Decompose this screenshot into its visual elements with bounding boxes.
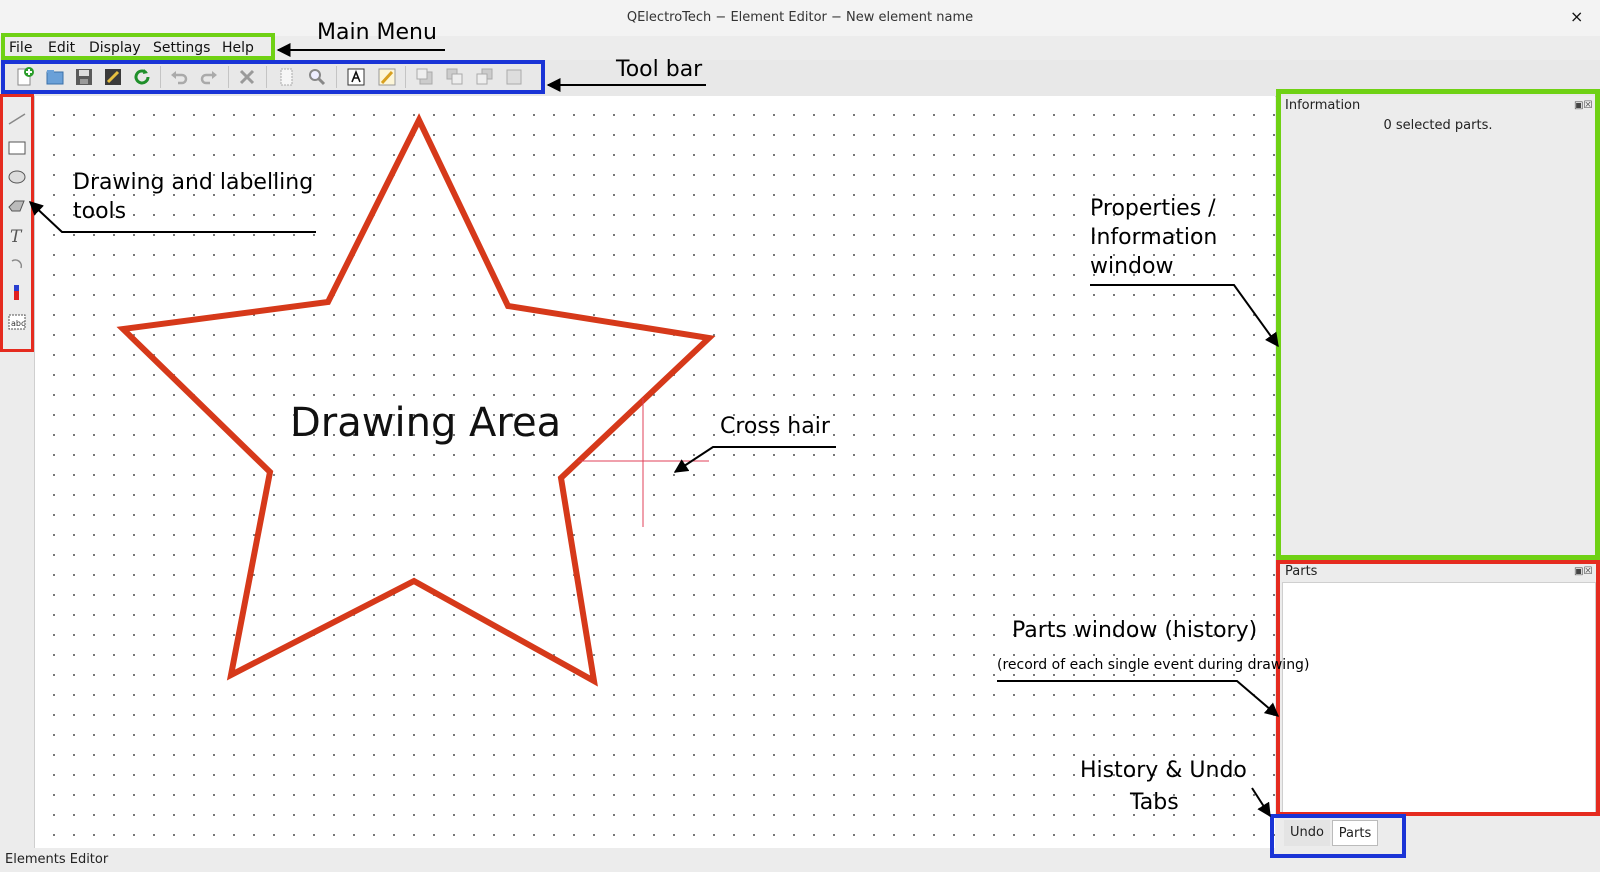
annotation-arrows [28,43,1280,818]
parts-arrow [997,680,1280,717]
tabs-arrow [1251,787,1271,818]
properties-arrow [1090,284,1279,348]
tools-arrow [28,201,316,233]
crosshair-arrow [673,446,836,473]
